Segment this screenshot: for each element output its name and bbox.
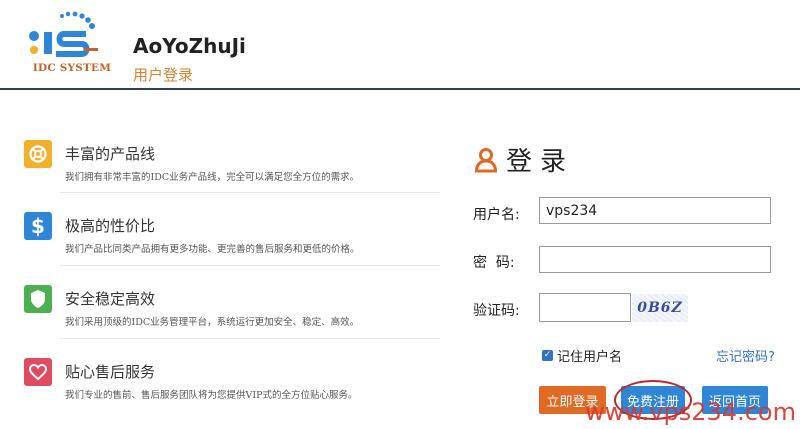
feature-divider <box>60 192 440 193</box>
captcha-input[interactable] <box>539 293 631 322</box>
forgot-password-link[interactable]: 忘记密码? <box>716 346 775 365</box>
captcha-image[interactable]: 0B6Z <box>632 294 688 322</box>
password-label: 密 码: <box>473 255 515 271</box>
user-icon <box>474 147 498 172</box>
captcha-text: 0B6Z <box>637 300 683 316</box>
username-label: 用户名: <box>473 207 520 223</box>
shield-icon <box>24 285 52 313</box>
remember-label: 记住用户名 <box>557 350 623 365</box>
logo-text: IDC SYSTEM <box>32 62 112 74</box>
watermark: www.vps234.com <box>585 398 796 426</box>
feature-description: 我们专业的售前、售后服务团队将为您提供VIP式的全方位贴心服务。 <box>65 390 358 401</box>
login-title: 登录 <box>506 147 575 177</box>
feature-title: 安全稳定高效 <box>65 290 156 308</box>
feature-divider <box>60 338 440 339</box>
feature-title: 极高的性价比 <box>65 217 156 235</box>
feature-description: 我们拥有非常丰富的IDC业务产品线，完全可以满足您全方位的需求。 <box>65 172 360 183</box>
login-heading: 登录 <box>474 141 574 178</box>
captcha-label: 验证码: <box>473 303 520 319</box>
username-input[interactable] <box>539 197 771 224</box>
feature-title: 丰富的产品线 <box>65 145 156 163</box>
logo-mark-icon <box>29 11 98 57</box>
header-divider <box>0 88 800 90</box>
remember-username[interactable]: ✓ 记住用户名 <box>542 346 622 365</box>
site-logo[interactable]: IDC SYSTEM <box>22 10 122 80</box>
feature-divider <box>60 265 440 266</box>
lifebuoy-icon <box>24 140 52 168</box>
password-input[interactable] <box>539 246 771 273</box>
page-header: IDC SYSTEM AoYoZhuJi 用户登录 <box>0 0 800 88</box>
feature-description: 我们产品比同类产品拥有更多功能、更完善的售后服务和更低的价格。 <box>65 244 360 255</box>
feature-description: 我们采用顶级的IDC业务管理平台，系统运行更加安全、稳定、高效。 <box>65 317 360 328</box>
feature-title: 贴心售后服务 <box>65 363 156 381</box>
page-subtitle: 用户登录 <box>133 66 194 84</box>
dollar-icon: $ <box>24 212 52 240</box>
site-name: AoYoZhuJi <box>133 34 246 58</box>
heart-icon <box>24 358 52 386</box>
checkbox-checked-icon[interactable]: ✓ <box>542 350 553 361</box>
